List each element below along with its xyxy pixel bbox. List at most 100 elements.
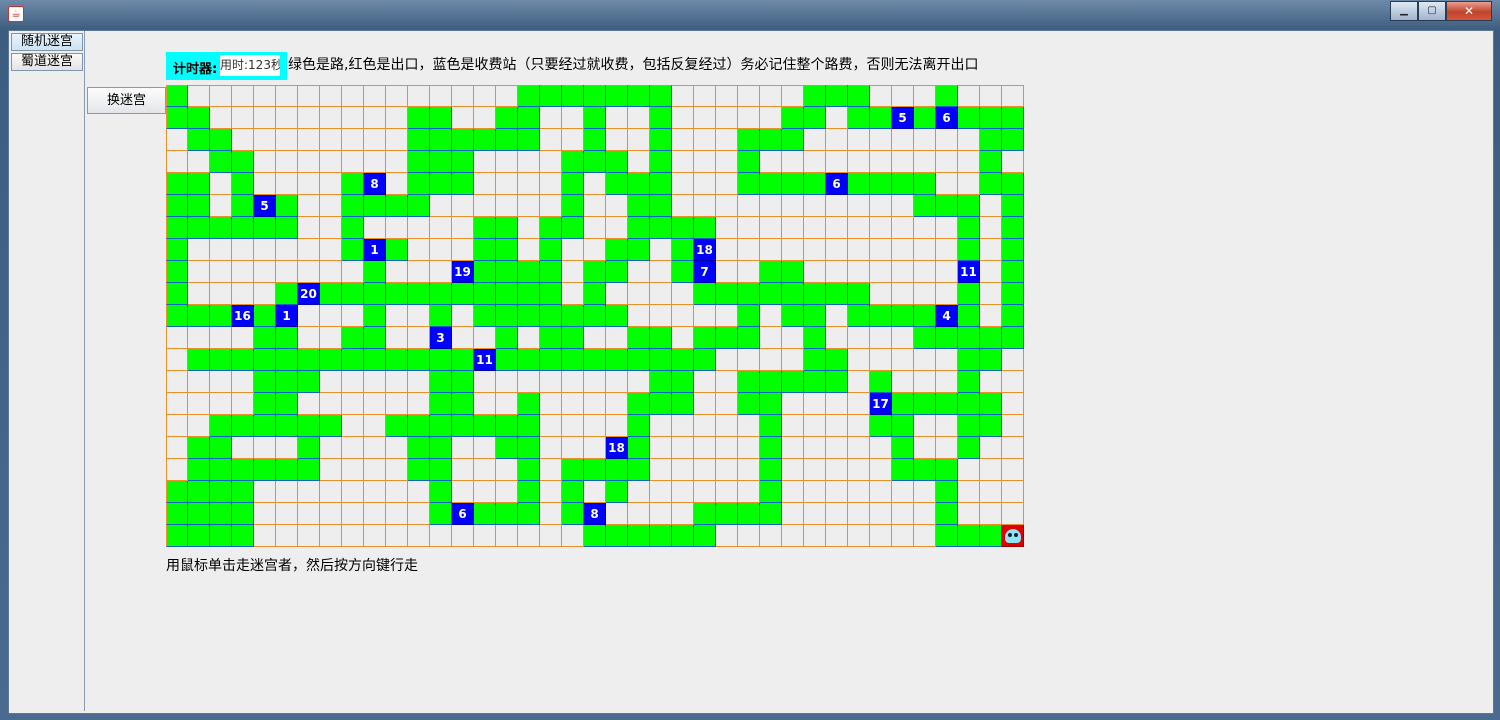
maze-cell-wall xyxy=(738,217,760,239)
maze-cell-wall xyxy=(254,437,276,459)
maze-cell-wall xyxy=(914,151,936,173)
maze-cell-path xyxy=(254,459,276,481)
tab-random-maze[interactable]: 随机迷宫 xyxy=(11,33,83,51)
maze-cell-wall xyxy=(716,525,738,547)
swap-maze-button[interactable]: 换迷宫 xyxy=(87,87,166,114)
maze-cell-wall xyxy=(870,217,892,239)
maze-cell-wall xyxy=(650,415,672,437)
timer-panel: 计时器: 用时:123秒 xyxy=(166,52,287,80)
maze-cell-path xyxy=(210,349,232,371)
maze-cell-wall xyxy=(694,129,716,151)
maze-cell-path xyxy=(276,349,298,371)
maze-cell-path xyxy=(716,327,738,349)
maze-cell-wall xyxy=(232,371,254,393)
maze-cell-path xyxy=(958,195,980,217)
maze-cell-wall xyxy=(540,525,562,547)
maze-cell-wall xyxy=(320,217,342,239)
maze-cell-path xyxy=(232,503,254,525)
maze-cell-path xyxy=(892,173,914,195)
maze-cell-path xyxy=(694,503,716,525)
maze-cell-path xyxy=(958,349,980,371)
maze-cell-wall xyxy=(694,85,716,107)
maze-cell-wall xyxy=(694,305,716,327)
maze-cell-wall xyxy=(936,151,958,173)
maze-cell-path xyxy=(166,305,188,327)
maze-cell-wall xyxy=(716,85,738,107)
maze-cell-path xyxy=(540,305,562,327)
maze-cell-wall xyxy=(562,283,584,305)
maze-cell-wall xyxy=(716,129,738,151)
toll-fee-label: 1 xyxy=(282,308,291,323)
maze-cell-wall xyxy=(188,415,210,437)
maze-cell-path xyxy=(452,371,474,393)
maze-cell-wall xyxy=(804,459,826,481)
maximize-button[interactable]: ▢ xyxy=(1418,1,1446,21)
maze-cell-wall xyxy=(364,525,386,547)
maze-cell-path xyxy=(540,283,562,305)
maze-cell-path xyxy=(188,459,210,481)
maze-cell-path xyxy=(408,107,430,129)
maze-cell-wall xyxy=(518,525,540,547)
maze-cell-path xyxy=(650,349,672,371)
maze-cell-wall xyxy=(474,107,496,129)
maze-cell-path xyxy=(254,371,276,393)
maze-cell-wall xyxy=(540,195,562,217)
maze-cell-wall xyxy=(342,525,364,547)
maze-cell-wall xyxy=(694,393,716,415)
maze-cell-wall xyxy=(738,107,760,129)
maze-cell-path xyxy=(474,261,496,283)
maze-cell-path xyxy=(914,305,936,327)
maze-cell-path xyxy=(298,349,320,371)
toll-fee-label: 7 xyxy=(700,264,709,279)
maze-cell-path xyxy=(342,217,364,239)
title-bar[interactable]: ☕ ▁ ▢ ✕ xyxy=(0,0,1500,30)
maze-cell-wall xyxy=(386,327,408,349)
maze-cell-wall xyxy=(452,459,474,481)
maze-cell-wall xyxy=(166,349,188,371)
maze-cell-wall xyxy=(562,393,584,415)
maze-cell-wall xyxy=(254,107,276,129)
toll-fee-label: 3 xyxy=(436,330,445,345)
maze-cell-wall xyxy=(166,129,188,151)
maze-cell-path xyxy=(562,217,584,239)
maze-cell-wall xyxy=(716,173,738,195)
maze-cell-wall xyxy=(320,437,342,459)
maze-cell-path xyxy=(870,107,892,129)
maze-cell-wall xyxy=(738,437,760,459)
maze-cell-wall xyxy=(276,437,298,459)
tab-shudao-maze[interactable]: 蜀道迷宫 xyxy=(11,53,83,71)
maze-walker-icon[interactable] xyxy=(1004,528,1021,543)
maze-cell-wall xyxy=(254,85,276,107)
maze-cell-path xyxy=(562,327,584,349)
maze-cell-path xyxy=(606,305,628,327)
maze-cell-wall xyxy=(298,525,320,547)
maze-cell-path xyxy=(848,85,870,107)
maze-cell-path xyxy=(496,415,518,437)
maze-cell-wall xyxy=(914,371,936,393)
maze-cell-wall xyxy=(980,459,1002,481)
maze-cell-wall xyxy=(694,195,716,217)
maze-cell-path xyxy=(166,217,188,239)
maze-cell-wall xyxy=(364,129,386,151)
minimize-button[interactable]: ▁ xyxy=(1390,1,1418,21)
maze-cell-wall xyxy=(276,239,298,261)
maze-cell-wall xyxy=(760,217,782,239)
maze-cell-wall xyxy=(320,129,342,151)
maze-cell-wall xyxy=(650,239,672,261)
maze-cell-path xyxy=(452,173,474,195)
maze-cell-path xyxy=(474,217,496,239)
maze-cell-wall xyxy=(518,327,540,349)
maze-cell-wall xyxy=(672,415,694,437)
maze-cell-wall xyxy=(474,327,496,349)
maze-cell-path xyxy=(980,393,1002,415)
maze-cell-wall xyxy=(892,151,914,173)
maze-cell-path xyxy=(914,393,936,415)
close-button[interactable]: ✕ xyxy=(1446,1,1492,21)
maze-cell-path xyxy=(474,415,496,437)
maze-cell-path xyxy=(650,217,672,239)
maze-cell-wall xyxy=(518,195,540,217)
maze-cell-wall xyxy=(826,305,848,327)
maze-cell-wall xyxy=(738,261,760,283)
maze-cell-path xyxy=(430,151,452,173)
maze-cell-path xyxy=(936,503,958,525)
